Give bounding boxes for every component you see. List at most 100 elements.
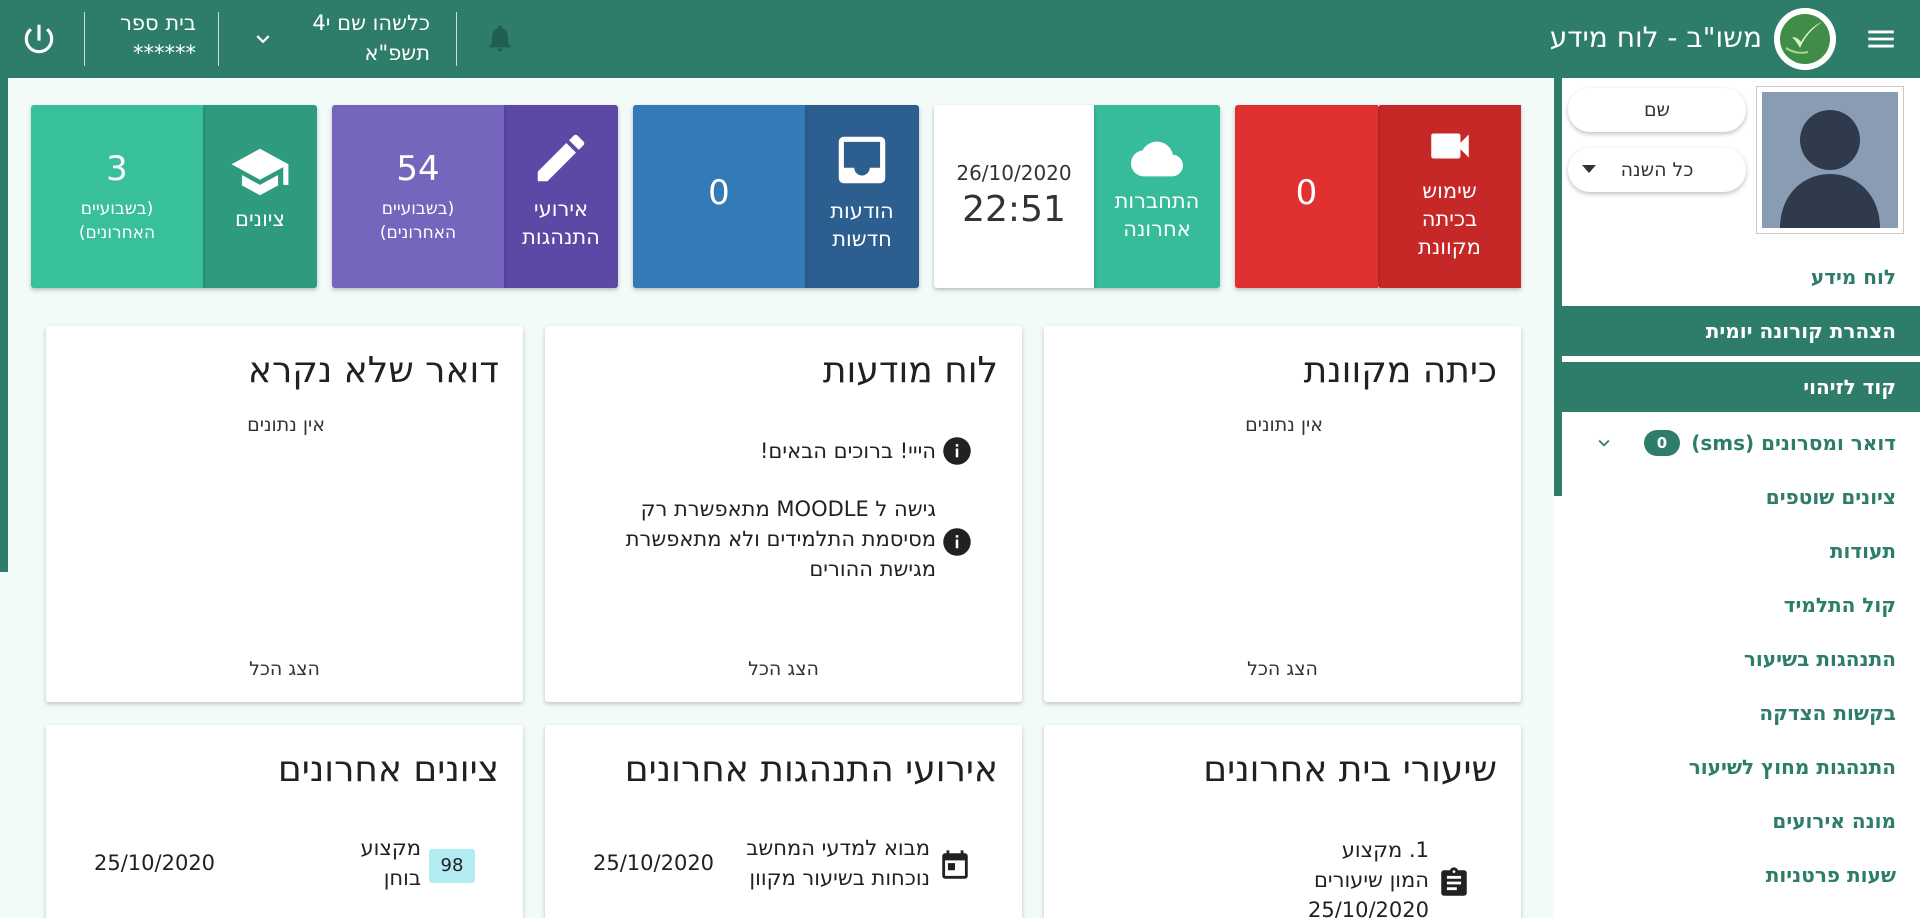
tile-sub-label: (בשבועיים — [381, 199, 455, 219]
sidebar-item-id-code[interactable]: קוד לזיהוי — [1554, 362, 1920, 412]
homework-date: 25/10/2020 — [1307, 898, 1429, 918]
show-all-link[interactable]: הצג הכל — [545, 658, 1022, 680]
notice-line: גישה ל MOODLE מתאפשרת רק — [640, 497, 936, 521]
divider — [456, 12, 457, 66]
divider — [218, 12, 219, 66]
tile-label: בכיתה — [1421, 207, 1478, 231]
sidebar-item-label: בקשות הצדקה — [1759, 701, 1896, 725]
notice-line: מגישת ההורים — [809, 557, 936, 581]
sidebar-item-label: קוד לזיהוי — [1803, 375, 1896, 399]
main-side-stripe — [0, 78, 8, 572]
card-title: דואר שלא נקרא — [247, 350, 499, 391]
user-year: תשפ"א — [364, 41, 431, 65]
sidebar-item-event-counter[interactable]: מונה אירועים — [1554, 796, 1920, 846]
grades-tile[interactable]: ציונים — [203, 105, 317, 288]
tile-label: חדשות — [832, 227, 892, 251]
top-app-bar: בית ספר ****** כלשהו שם י4 תשפ"א משו"ב -… — [0, 0, 1920, 78]
sidebar-item-current-grades[interactable]: ציונים שוטפים — [1554, 472, 1920, 522]
grades-value: 3 — [106, 149, 128, 189]
divider — [84, 12, 85, 66]
tile-label: אחרונה — [1123, 217, 1191, 241]
homework-subject: 1. מקצוע — [1341, 838, 1429, 862]
school-label: בית ספר — [120, 11, 196, 35]
new-messages-value: 0 — [708, 173, 730, 213]
person-icon — [1780, 110, 1880, 228]
grade-item[interactable]: מקצוע בוחן — [361, 833, 422, 893]
behavior-events-count[interactable]: 54 (בשבועיים האחרונים) — [332, 105, 504, 288]
school-value: ****** — [133, 41, 196, 65]
notice-line: מסיסמת התלמידים ולא מתאפשרת — [625, 527, 936, 551]
sidebar-item-dashboard[interactable]: לוח מידע — [1554, 252, 1920, 302]
bell-icon[interactable] — [484, 20, 516, 56]
tile-label: אירועי — [533, 197, 589, 221]
notice-board-card: לוח מודעות הייי! ברוכים הבאים! גישה ל MO… — [545, 326, 1022, 702]
show-all-link[interactable]: הצג הכל — [1044, 658, 1521, 680]
last-login-datetime: 26/10/2020 22:51 — [934, 105, 1094, 288]
behavior-events-value: 54 — [396, 149, 440, 189]
empty-state: אין נתונים — [247, 414, 325, 436]
grade-subject: מקצוע — [360, 836, 422, 860]
chevron-down-icon[interactable] — [250, 26, 276, 52]
card-title: כיתה מקוונת — [1303, 350, 1497, 391]
notice-item: גישה ל MOODLE מתאפשרת רק מסיסמת התלמידים… — [626, 494, 936, 584]
card-title: לוח מודעות — [822, 350, 998, 391]
sidebar-item-label: הצהרת קורונה יומית — [1705, 319, 1896, 343]
tile-label: הודעות — [830, 199, 894, 223]
sidebar-item-student-voice[interactable]: קול התלמיד — [1554, 580, 1920, 630]
behavior-events-card: אירועי התנהגות אחרונים מבוא למדעי המחשב … — [545, 725, 1022, 918]
year-select-value: כל השנה — [1620, 159, 1694, 181]
online-class-count[interactable]: 0 — [1235, 105, 1378, 288]
empty-state: אין נתונים — [1245, 414, 1323, 436]
sidebar-item-corona-declaration[interactable]: הצהרת קורונה יומית — [1554, 306, 1920, 356]
avatar — [1756, 86, 1904, 234]
year-select[interactable]: כל השנה — [1568, 148, 1746, 192]
homework-item[interactable]: 1. מקצוע המון שיעורים 25/10/2020 — [1308, 835, 1429, 918]
sidebar-item-outside-behavior[interactable]: התנהגות מחוץ לשיעור — [1554, 742, 1920, 792]
sidebar-item-mail-sms[interactable]: דואר ומסרונים (sms) 0 — [1554, 418, 1920, 468]
unread-mail-card: דואר שלא נקרא אין נתונים הצג הכל — [46, 326, 523, 702]
app-title: משו"ב - לוח מידע — [1549, 21, 1762, 54]
homework-text: המון שיעורים — [1313, 868, 1429, 892]
school-info: בית ספר ****** — [96, 8, 196, 68]
card-title: שיעורי בית אחרונים — [1203, 749, 1497, 790]
video-camera-icon — [1430, 133, 1469, 159]
grade-type: בוחן — [383, 866, 421, 890]
sidebar-item-label: ציונים שוטפים — [1765, 485, 1896, 509]
hamburger-menu-icon[interactable] — [1864, 22, 1898, 56]
recent-grades-card: ציונים אחרונים 98 מקצוע בוחן 25/10/2020 — [46, 725, 523, 918]
tile-label: ציונים — [235, 207, 285, 231]
grades-count[interactable]: 3 (בשבועיים האחרונים) — [31, 105, 203, 288]
event-subject: מבוא למדעי המחשב — [746, 836, 930, 860]
chevron-down-icon[interactable] — [1593, 432, 1615, 454]
student-name-pill[interactable]: שם — [1568, 88, 1746, 132]
online-class-tile[interactable]: שימוש בכיתה מקוונת — [1378, 105, 1521, 288]
user-switcher[interactable]: כלשהו שם י4 תשפ"א — [280, 8, 430, 68]
power-icon[interactable] — [20, 20, 58, 58]
new-messages-count[interactable]: 0 — [633, 105, 805, 288]
sidebar-item-label: דואר ומסרונים (sms) — [1691, 431, 1896, 455]
sidebar-item-label: תעודות — [1829, 539, 1896, 563]
calendar-icon — [942, 850, 968, 879]
sidebar-item-private-hours[interactable]: שעות פרטניות — [1554, 850, 1920, 900]
caret-down-icon — [1582, 165, 1596, 173]
last-login-date: 26/10/2020 — [956, 161, 1072, 185]
sidebar-item-label: מונה אירועים — [1772, 809, 1896, 833]
info-icon — [943, 437, 971, 465]
show-all-link[interactable]: הצג הכל — [46, 658, 523, 680]
tile-sub-label: (בשבועיים — [80, 199, 154, 219]
sidebar-item-report-cards[interactable]: תעודות — [1554, 526, 1920, 576]
behavior-event-item[interactable]: מבוא למדעי המחשב נוכחות בשיעור מקוון — [746, 833, 930, 893]
tile-sub-label: האחרונים) — [78, 223, 156, 243]
info-icon — [943, 528, 971, 556]
cloud-icon — [1131, 141, 1183, 177]
homework-card: שיעורי בית אחרונים 1. מקצוע המון שיעורים… — [1044, 725, 1521, 918]
behavior-events-tile[interactable]: אירועי התנהגות — [504, 105, 618, 288]
new-messages-tile[interactable]: הודעות חדשות — [805, 105, 919, 288]
grade-badge: 98 — [429, 849, 475, 883]
sidebar-item-justification-requests[interactable]: בקשות הצדקה — [1554, 688, 1920, 738]
tile-label: התנהגות — [522, 225, 600, 249]
grade-date: 25/10/2020 — [94, 851, 216, 875]
app-logo — [1774, 8, 1836, 70]
count-badge: 0 — [1644, 430, 1680, 456]
sidebar-item-lesson-behavior[interactable]: התנהגות בשיעור — [1554, 634, 1920, 684]
